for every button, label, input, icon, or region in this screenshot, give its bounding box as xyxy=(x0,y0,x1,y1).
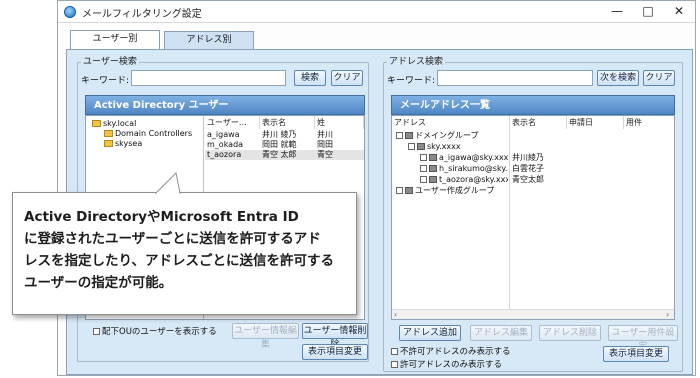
maximize-button[interactable]: □ xyxy=(631,1,665,23)
user-icon xyxy=(429,176,437,183)
tree-item-domain-controllers[interactable]: Domain Controllers xyxy=(104,129,192,139)
user-display-items-button[interactable]: 表示項目変更 xyxy=(302,344,368,360)
checkbox[interactable] xyxy=(396,132,403,139)
col-header-display-name[interactable]: 表示名 xyxy=(260,116,315,129)
delete-user-button[interactable]: ユーザー情報削除 xyxy=(302,323,368,350)
checkbox[interactable] xyxy=(420,165,427,172)
col-header-address[interactable]: アドレス xyxy=(392,116,510,129)
callout-line: Active DirectoryやMicrosoft Entra ID xyxy=(24,209,299,225)
close-button[interactable]: ✕ xyxy=(662,1,696,23)
sub-ou-checkbox[interactable] xyxy=(93,328,100,335)
tree-item-sky-xxxx[interactable]: sky.xxxx xyxy=(408,142,461,152)
find-next-button[interactable]: 次を検索 xyxy=(597,70,639,86)
tab-by-address[interactable]: アドレス別 xyxy=(164,31,254,49)
user-icon xyxy=(429,154,437,161)
col-header-apply-date[interactable]: 申請日 xyxy=(567,116,624,129)
user-keyword-label: キーワード: xyxy=(81,76,130,86)
minimize-button[interactable]: — xyxy=(600,1,634,23)
col-header-surname[interactable]: 姓 xyxy=(315,116,364,129)
scroll-right-icon[interactable]: › xyxy=(666,310,669,319)
address-keyword-label: キーワード: xyxy=(387,76,436,86)
show-sub-ou-option[interactable]: 配下OUのユーザーを表示する xyxy=(93,325,217,337)
callout-line: に登録されたユーザーごとに送信を許可するアド xyxy=(24,231,321,247)
tree-item-address[interactable]: h_sirakumo@sky.x… xyxy=(420,164,508,174)
folder-icon xyxy=(104,130,113,137)
user-search-group-label: ユーザー検索 xyxy=(81,54,139,67)
domain-icon xyxy=(417,143,425,150)
window-title: メールフィルタリング設定 xyxy=(82,9,202,20)
callout-pointer xyxy=(154,172,181,196)
mail-panel-body: アドレス 表示名 申請日 用件 ドメイングループ sky.xxxx a_igaw… xyxy=(391,115,675,320)
tree-item-skysea[interactable]: skysea xyxy=(104,139,142,149)
user-clear-button[interactable]: クリア xyxy=(331,70,363,86)
column-divider xyxy=(509,129,510,309)
tree-item-user-group[interactable]: ユーザー作成グループ xyxy=(396,186,494,196)
address-keyword-input[interactable] xyxy=(437,70,593,86)
tab-by-user[interactable]: ユーザー別 xyxy=(70,30,160,50)
user-icon xyxy=(429,165,437,172)
checkbox[interactable] xyxy=(420,154,427,161)
add-address-button[interactable]: アドレス追加 xyxy=(399,325,461,341)
col-header-name[interactable]: 表示名 xyxy=(510,116,567,129)
show-allowed-option[interactable]: 許可アドレスのみ表示する xyxy=(391,358,502,370)
checkbox[interactable] xyxy=(396,187,403,194)
edit-user-button[interactable]: ユーザー情報編集 xyxy=(232,323,299,350)
callout-line: ユーザーの指定が可能。 xyxy=(24,275,173,291)
checkbox[interactable] xyxy=(420,176,427,183)
delete-address-button[interactable]: アドレス削除 xyxy=(539,325,601,341)
folder-icon xyxy=(104,140,113,147)
table-row[interactable]: m_okada 岡田 就範 岡田 xyxy=(205,140,364,150)
checkbox[interactable] xyxy=(408,143,415,150)
mail-panel-header: メールアドレス一覧 xyxy=(391,95,675,115)
table-row[interactable]: t_aozora 青空 太郎 青空 xyxy=(205,150,364,160)
folder-icon xyxy=(92,120,101,127)
user-settings-button[interactable]: ユーザー用件設定 xyxy=(608,325,678,352)
tree-item-sky-local[interactable]: sky.local xyxy=(92,119,136,129)
col-header-subject[interactable]: 用件 xyxy=(624,116,674,129)
tree-item-address[interactable]: t_aozora@sky.xxxx xyxy=(420,175,508,185)
address-display-items-button[interactable]: 表示項目変更 xyxy=(603,346,669,362)
address-display-name: 井川綾乃 xyxy=(512,153,544,162)
table-row[interactable]: a_igawa 井川 綾乃 井川 xyxy=(205,130,364,140)
horizontal-scrollbar[interactable]: ‹ › xyxy=(392,309,674,319)
scroll-left-icon[interactable]: ‹ xyxy=(394,310,397,319)
address-display-name: 青空太郎 xyxy=(512,175,544,184)
allowed-checkbox[interactable] xyxy=(391,361,398,368)
show-denied-option[interactable]: 不許可アドレスのみ表示する xyxy=(391,345,511,357)
address-display-name: 白雲花子 xyxy=(512,164,544,173)
tree-item-domain-group[interactable]: ドメイングループ xyxy=(396,131,479,141)
user-keyword-input[interactable] xyxy=(131,70,286,86)
col-header-user[interactable]: ユーザー… xyxy=(205,116,260,129)
title-bar: メールフィルタリング設定 — □ ✕ xyxy=(58,1,695,23)
address-clear-button[interactable]: クリア xyxy=(643,70,675,86)
group-icon xyxy=(405,132,413,139)
denied-checkbox[interactable] xyxy=(391,348,398,355)
tree-item-address[interactable]: a_igawa@sky.xxxx xyxy=(420,153,508,163)
ad-panel-header: Active Directory ユーザー xyxy=(85,95,365,115)
address-search-group-label: アドレス検索 xyxy=(387,54,446,67)
callout-line: レスを指定したり、アドレスごとに送信を許可する xyxy=(24,253,334,269)
app-icon xyxy=(64,6,76,18)
callout-text: Active DirectoryやMicrosoft Entra ID に登録さ… xyxy=(24,206,352,294)
user-search-button[interactable]: 検索 xyxy=(294,70,326,86)
group-icon xyxy=(405,187,413,194)
edit-address-button[interactable]: アドレス編集 xyxy=(470,325,532,341)
